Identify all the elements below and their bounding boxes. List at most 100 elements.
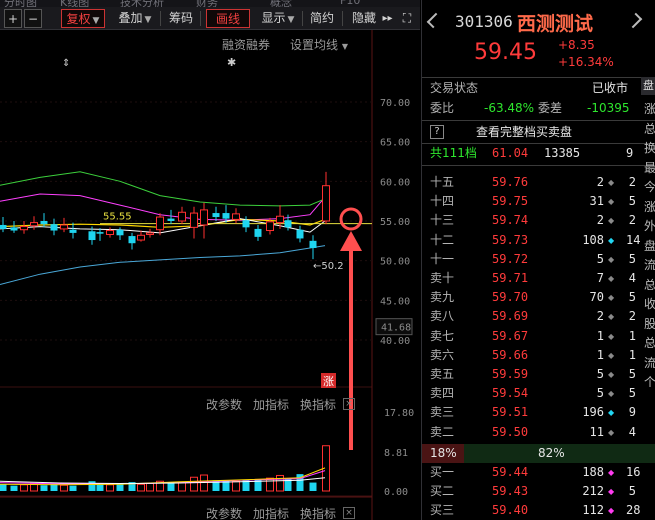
ask-order-count: 2 [628, 213, 636, 228]
ask-volume: 7 [596, 271, 604, 285]
volume-bar-down [116, 483, 124, 491]
candle-body-up [20, 226, 28, 231]
zoom-in-button[interactable]: + [4, 9, 22, 28]
ask-level-row[interactable]: 卖五 59.59 5 5 ◆ [422, 365, 655, 384]
edit-params-button[interactable]: 改参数 [206, 398, 242, 412]
bid-level-row[interactable]: 买二 59.43 212 5 ◆ [422, 482, 655, 501]
ask-level-row[interactable]: 十四 59.75 31 5 ◆ [422, 192, 655, 211]
ask-level-row[interactable]: 十三 59.74 2 2 ◆ [422, 211, 655, 230]
kline-chart[interactable]: 70.00 65.00 60.00 55.00 50.00 45.00 40.00 41.68… [0, 30, 420, 520]
chip-distribution-button[interactable]: 筹码 [165, 9, 197, 28]
bid-volume: 212 [582, 484, 604, 499]
stat-label-clipped: 换 [644, 141, 655, 155]
display-dropdown[interactable]: 显示 ▼ [256, 9, 300, 28]
top-tab-1[interactable]: K线图 [60, 0, 89, 7]
help-icon[interactable]: ? [430, 125, 444, 139]
close-panel-button[interactable]: × [343, 398, 355, 410]
bid-volume: 188 [582, 465, 604, 479]
zoom-out-button[interactable]: − [24, 9, 42, 28]
ask-volume: 196 [582, 405, 604, 420]
bid-price: 59.43 [492, 484, 529, 499]
change-marker-icon: ◆ [608, 178, 615, 187]
kline-chart-canvas[interactable]: 70.00 65.00 60.00 55.00 50.00 45.00 40.00 41.68… [0, 30, 420, 520]
change-marker-icon: ◆ [608, 216, 615, 226]
candle-body-up [322, 185, 330, 222]
candle-body-down [212, 213, 220, 218]
stat-label-clipped: 总 [644, 336, 655, 350]
change-indicator-button[interactable]: 换指标 [300, 398, 336, 412]
ask-order-count: 4 [628, 271, 636, 285]
ma-settings-link[interactable]: 设置均线 ▼ [290, 36, 348, 53]
ask-level-row[interactable]: 卖八 59.69 2 2 ◆ [422, 307, 655, 326]
ask-volume: 108 [582, 232, 604, 247]
full-book-link[interactable]: 查看完整档买卖盘 [476, 123, 572, 142]
ask-level-row[interactable]: 卖十 59.71 7 4 ◆ [422, 269, 655, 288]
back-arrow-icon[interactable] [426, 12, 443, 29]
bid-level-row[interactable]: 买三 59.40 112 28 ◆ [422, 501, 655, 520]
margin-trading-link[interactable]: 融资融券 [222, 36, 270, 53]
ask-price: 59.59 [492, 367, 529, 381]
ask-level-row[interactable]: 卖三 59.51 196 9 ◆ [422, 403, 655, 422]
simple-mode-button[interactable]: 简约 [306, 9, 338, 28]
ask-order-count: 5 [628, 251, 636, 266]
ask-level-label: 十五 [430, 175, 455, 189]
stat-label-clipped: 涨 [644, 102, 655, 116]
ask-level-label: 十二 [430, 232, 455, 247]
ask-level-row[interactable]: 十五 59.76 2 2 ◆ [422, 173, 655, 192]
volume-bar-up [276, 474, 284, 492]
bid-order-count: 28 [626, 503, 641, 518]
ask-level-row[interactable]: 卖六 59.66 1 1 ◆ [422, 346, 655, 365]
price-change: +8.35 [558, 38, 595, 52]
handicap-tab[interactable]: 盘 [641, 77, 655, 95]
volume-bar-down [40, 485, 48, 491]
add-indicator-button[interactable]: 加指标 [253, 507, 289, 520]
stat-label-clipped: 涨 [644, 199, 655, 214]
change-indicator-button[interactable]: 换指标 [300, 507, 336, 520]
change-marker-icon: ◆ [608, 274, 615, 283]
volume-bar-up [20, 484, 28, 492]
fuquan-dropdown[interactable]: 复权 ▼ [61, 9, 105, 28]
edit-params-button[interactable]: 改参数 [206, 507, 242, 520]
buy-sell-ratio-bar: 18% 82% [422, 444, 655, 463]
ask-order-count: 5 [628, 194, 636, 209]
close-panel-button[interactable]: × [343, 507, 355, 519]
ask-level-label: 卖三 [430, 405, 455, 420]
candle-body-down [40, 221, 48, 225]
top-tab-4[interactable]: 概念 [270, 0, 292, 7]
ask-level-row[interactable]: 卖四 59.54 5 5 ◆ [422, 384, 655, 403]
fullscreen-icon[interactable]: ⛶ [398, 9, 416, 28]
overlay-dropdown[interactable]: 叠加 ▼ [113, 9, 157, 28]
forward-arrow-icon[interactable] [626, 12, 643, 29]
ask-level-label: 十一 [430, 251, 455, 266]
hide-button[interactable]: 隐藏 [348, 9, 380, 28]
candle-body-up [178, 211, 186, 222]
ask-level-row[interactable]: 卖七 59.67 1 1 ◆ [422, 327, 655, 346]
bid-level-row[interactable]: 买一 59.44 188 16 ◆ [422, 463, 655, 482]
bid-price: 59.40 [492, 503, 529, 518]
more-icon[interactable]: ▸▸ [380, 9, 395, 28]
toolbar-divider [342, 11, 343, 26]
bid-level-label: 买二 [430, 484, 455, 499]
add-indicator-button[interactable]: 加指标 [253, 398, 289, 412]
chevron-down-icon: ▼ [341, 42, 348, 51]
candle-body-down [222, 213, 230, 219]
ask-level-row[interactable]: 十一 59.72 5 5 ◆ [422, 250, 655, 269]
full-book-row[interactable]: ? 查看完整档买卖盘 [422, 123, 655, 142]
ask-level-row[interactable]: 十二 59.73 108 14 ◆ [422, 231, 655, 250]
ask-price: 59.71 [492, 271, 529, 285]
stat-label-clipped: 股 [644, 316, 655, 331]
change-marker-icon: ◆ [608, 312, 615, 322]
ma60-line [0, 171, 326, 207]
top-tab-5[interactable]: F10 [340, 0, 360, 7]
weicha-label: 委差 [538, 101, 563, 115]
ask-level-row[interactable]: 卖二 59.50 11 4 ◆ [422, 423, 655, 442]
top-tab-2[interactable]: 技术分析 [120, 0, 164, 7]
draw-line-button[interactable]: 画线 [206, 9, 250, 28]
ask-level-row[interactable]: 卖九 59.70 70 5 ◆ [422, 288, 655, 307]
ask-order-count: 14 [626, 232, 641, 247]
volume-bar-down [10, 485, 18, 491]
top-tab-3[interactable]: 财务 [196, 0, 218, 7]
top-tab-0[interactable]: 分时图 [4, 0, 37, 7]
fuquan-label: 复权 [66, 12, 91, 26]
weibi-value: -63.48% [484, 101, 535, 115]
